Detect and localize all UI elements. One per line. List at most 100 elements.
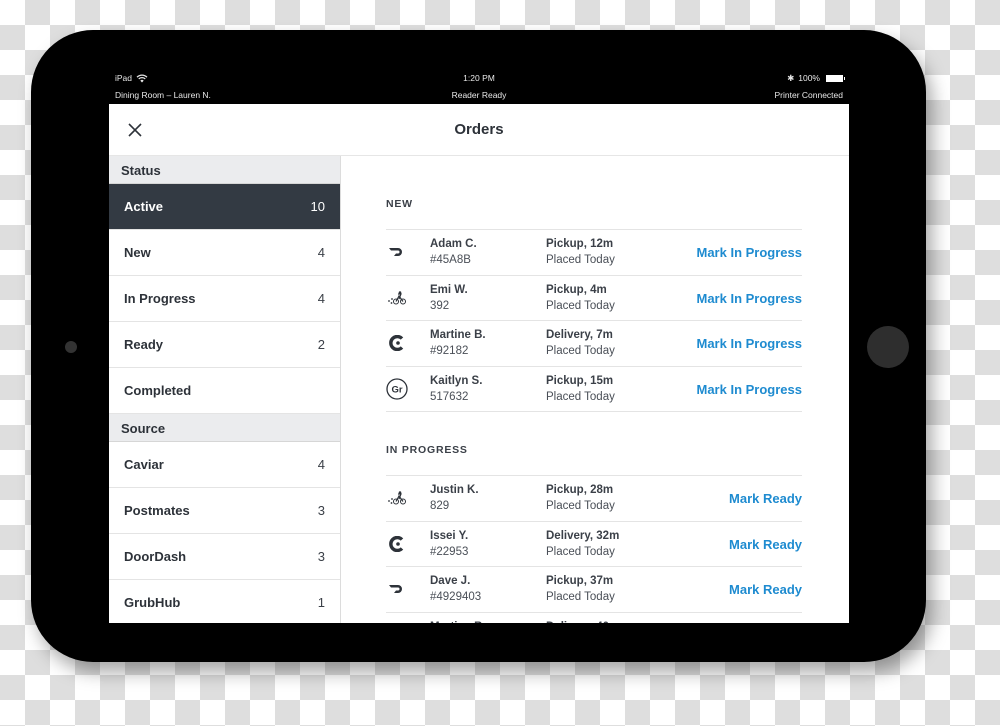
order-number: #22953 xyxy=(430,545,469,558)
customer-name: Adam C. xyxy=(430,238,477,250)
order-row[interactable]: Martine B. Delivery, 40m xyxy=(386,613,802,624)
close-button[interactable] xyxy=(125,120,145,140)
customer-name: Justin K. xyxy=(430,484,479,496)
location-label: Dining Room – Lauren N. xyxy=(115,90,211,100)
sidebar-item-label: New xyxy=(124,245,151,260)
clock: 1:20 PM xyxy=(463,73,495,83)
sidebar-item-grubhub[interactable]: GrubHub 1 xyxy=(109,580,340,623)
reader-status: Reader Ready xyxy=(451,90,507,100)
sidebar-item-count: 4 xyxy=(317,245,325,260)
sidebar-item-active[interactable]: Active 10 xyxy=(109,184,340,230)
sidebar-item-label: DoorDash xyxy=(124,549,187,564)
status-header: Status xyxy=(109,156,340,184)
order-placed: Placed Today xyxy=(546,345,615,357)
bluetooth-icon: ✱ xyxy=(787,72,795,83)
sidebar-item-label: Postmates xyxy=(124,503,190,518)
sidebar-item-caviar[interactable]: Caviar 4 xyxy=(109,442,340,488)
order-type: Pickup, 15m xyxy=(546,374,614,387)
order-row[interactable]: Dave J. #4929403 Pickup, 37m Placed Today Ma… xyxy=(386,567,802,613)
order-placed: Placed Today xyxy=(546,500,615,512)
customer-name: Issei Y. xyxy=(430,529,469,542)
nav-bar: Orders xyxy=(109,104,849,156)
battery-icon xyxy=(826,74,845,82)
screen: iPad 1:20 PM ✱ 100% Dining Room – Lauren… xyxy=(109,69,849,623)
svg-text:Gr: Gr xyxy=(391,384,402,395)
mark-ready-button[interactable]: Mark Ready xyxy=(729,491,802,506)
source-icon xyxy=(386,578,408,600)
sidebar-item-ready[interactable]: Ready 2 xyxy=(109,322,340,368)
camera xyxy=(65,341,77,353)
sidebar-item-label: In Progress xyxy=(124,291,196,306)
sidebar-item-completed[interactable]: Completed xyxy=(109,368,340,414)
order-placed: Placed Today xyxy=(546,254,615,266)
doordash-icon xyxy=(389,585,402,593)
sidebar-item-count: 4 xyxy=(317,291,325,306)
order-row[interactable]: Justin K. 829 Pickup, 28m Placed Today Mark … xyxy=(386,476,802,522)
order-type: Delivery, 7m xyxy=(546,329,613,341)
postmates-icon xyxy=(388,290,406,304)
source-header: Source xyxy=(109,414,340,442)
page-title: Orders xyxy=(454,121,504,138)
source-icon: Gr xyxy=(386,377,408,400)
order-row[interactable]: Emi W. 392 Pickup, 4m Placed Today Mark In P… xyxy=(386,276,803,321)
order-row[interactable]: Gr Kaitlyn S. 517632 Pickup, 15m Placed Toda… xyxy=(386,367,803,412)
order-row[interactable]: Martine B. #92182 Delivery, 7m Placed Today… xyxy=(386,321,802,367)
mark-ready-button[interactable]: Mark Ready xyxy=(729,582,802,597)
status-bar: iPad 1:20 PM ✱ 100% Dining Room – Lauren… xyxy=(109,69,849,104)
sidebar-item-in-progress[interactable]: In Progress 4 xyxy=(109,276,340,322)
source-icon xyxy=(386,487,408,509)
order-number: #92182 xyxy=(430,345,469,357)
order-row[interactable]: Issei Y. #22953 Delivery, 32m Placed Today M… xyxy=(386,522,802,567)
order-placed: Placed Today xyxy=(546,390,615,403)
mark-in-progress-button[interactable]: Mark In Progress xyxy=(697,336,803,351)
order-type: Pickup, 28m xyxy=(546,484,614,496)
mark-in-progress-button[interactable]: Mark In Progress xyxy=(697,382,803,397)
close-icon xyxy=(128,123,142,137)
mark-ready-button[interactable]: Mark Ready xyxy=(729,537,802,552)
sidebar-item-postmates[interactable]: Postmates 3 xyxy=(109,488,340,534)
sidebar-item-label: Caviar xyxy=(124,457,164,472)
section-in-progress: IN PROGRESS Justin K. 829 Pickup, 28m Place… xyxy=(386,440,802,623)
home-button[interactable] xyxy=(867,326,909,368)
order-type: Pickup, 12m xyxy=(546,238,614,250)
mark-in-progress-button[interactable]: Mark In Progress xyxy=(697,245,803,260)
order-number: 517632 xyxy=(430,390,469,403)
sidebar-item-count: 2 xyxy=(317,337,325,352)
sidebar-item-doordash[interactable]: DoorDash 3 xyxy=(109,534,340,580)
order-type: Pickup, 37m xyxy=(546,575,614,587)
orders-list[interactable]: NEW Adam C. #45A8B Pickup, 12m Placed Today… xyxy=(342,156,849,623)
sidebar: Status Active 10 New 4 In Progress 4 Rea… xyxy=(109,156,341,623)
device-label: iPad xyxy=(115,73,133,83)
order-number: #45A8B xyxy=(430,254,471,266)
section-new: NEW Adam C. #45A8B Pickup, 12m Placed Today… xyxy=(386,194,802,412)
order-number: 829 xyxy=(430,500,450,512)
sidebar-item-new[interactable]: New 4 xyxy=(109,230,340,276)
mark-in-progress-button[interactable]: Mark In Progress xyxy=(697,291,803,306)
doordash-icon xyxy=(389,248,402,256)
customer-name: Martine B. xyxy=(430,621,486,624)
order-row[interactable]: Adam C. #45A8B Pickup, 12m Placed Today Mark… xyxy=(386,230,802,276)
caviar-icon xyxy=(389,535,404,552)
order-type: Pickup, 4m xyxy=(546,283,607,296)
printer-status: Printer Connected xyxy=(774,90,843,100)
sidebar-item-label: Active xyxy=(124,199,164,214)
postmates-icon xyxy=(388,491,406,505)
sidebar-item-label: Completed xyxy=(124,383,192,398)
sidebar-item-label: GrubHub xyxy=(124,595,181,610)
customer-name: Dave J. xyxy=(430,575,471,587)
section-title: NEW xyxy=(386,194,802,230)
source-icon xyxy=(386,287,408,309)
order-placed: Placed Today xyxy=(546,299,615,312)
customer-name: Martine B. xyxy=(430,329,486,341)
source-icon xyxy=(386,241,408,263)
source-icon xyxy=(386,332,408,354)
sidebar-item-count: 4 xyxy=(317,457,325,472)
source-icon xyxy=(386,533,408,555)
customer-name: Emi W. xyxy=(430,283,468,296)
order-placed: Placed Today xyxy=(546,545,615,558)
section-title: IN PROGRESS xyxy=(386,440,802,476)
sidebar-item-count: 1 xyxy=(317,595,325,610)
sidebar-item-count: 3 xyxy=(317,503,325,518)
customer-name: Kaitlyn S. xyxy=(430,374,483,387)
order-placed: Placed Today xyxy=(546,591,615,603)
